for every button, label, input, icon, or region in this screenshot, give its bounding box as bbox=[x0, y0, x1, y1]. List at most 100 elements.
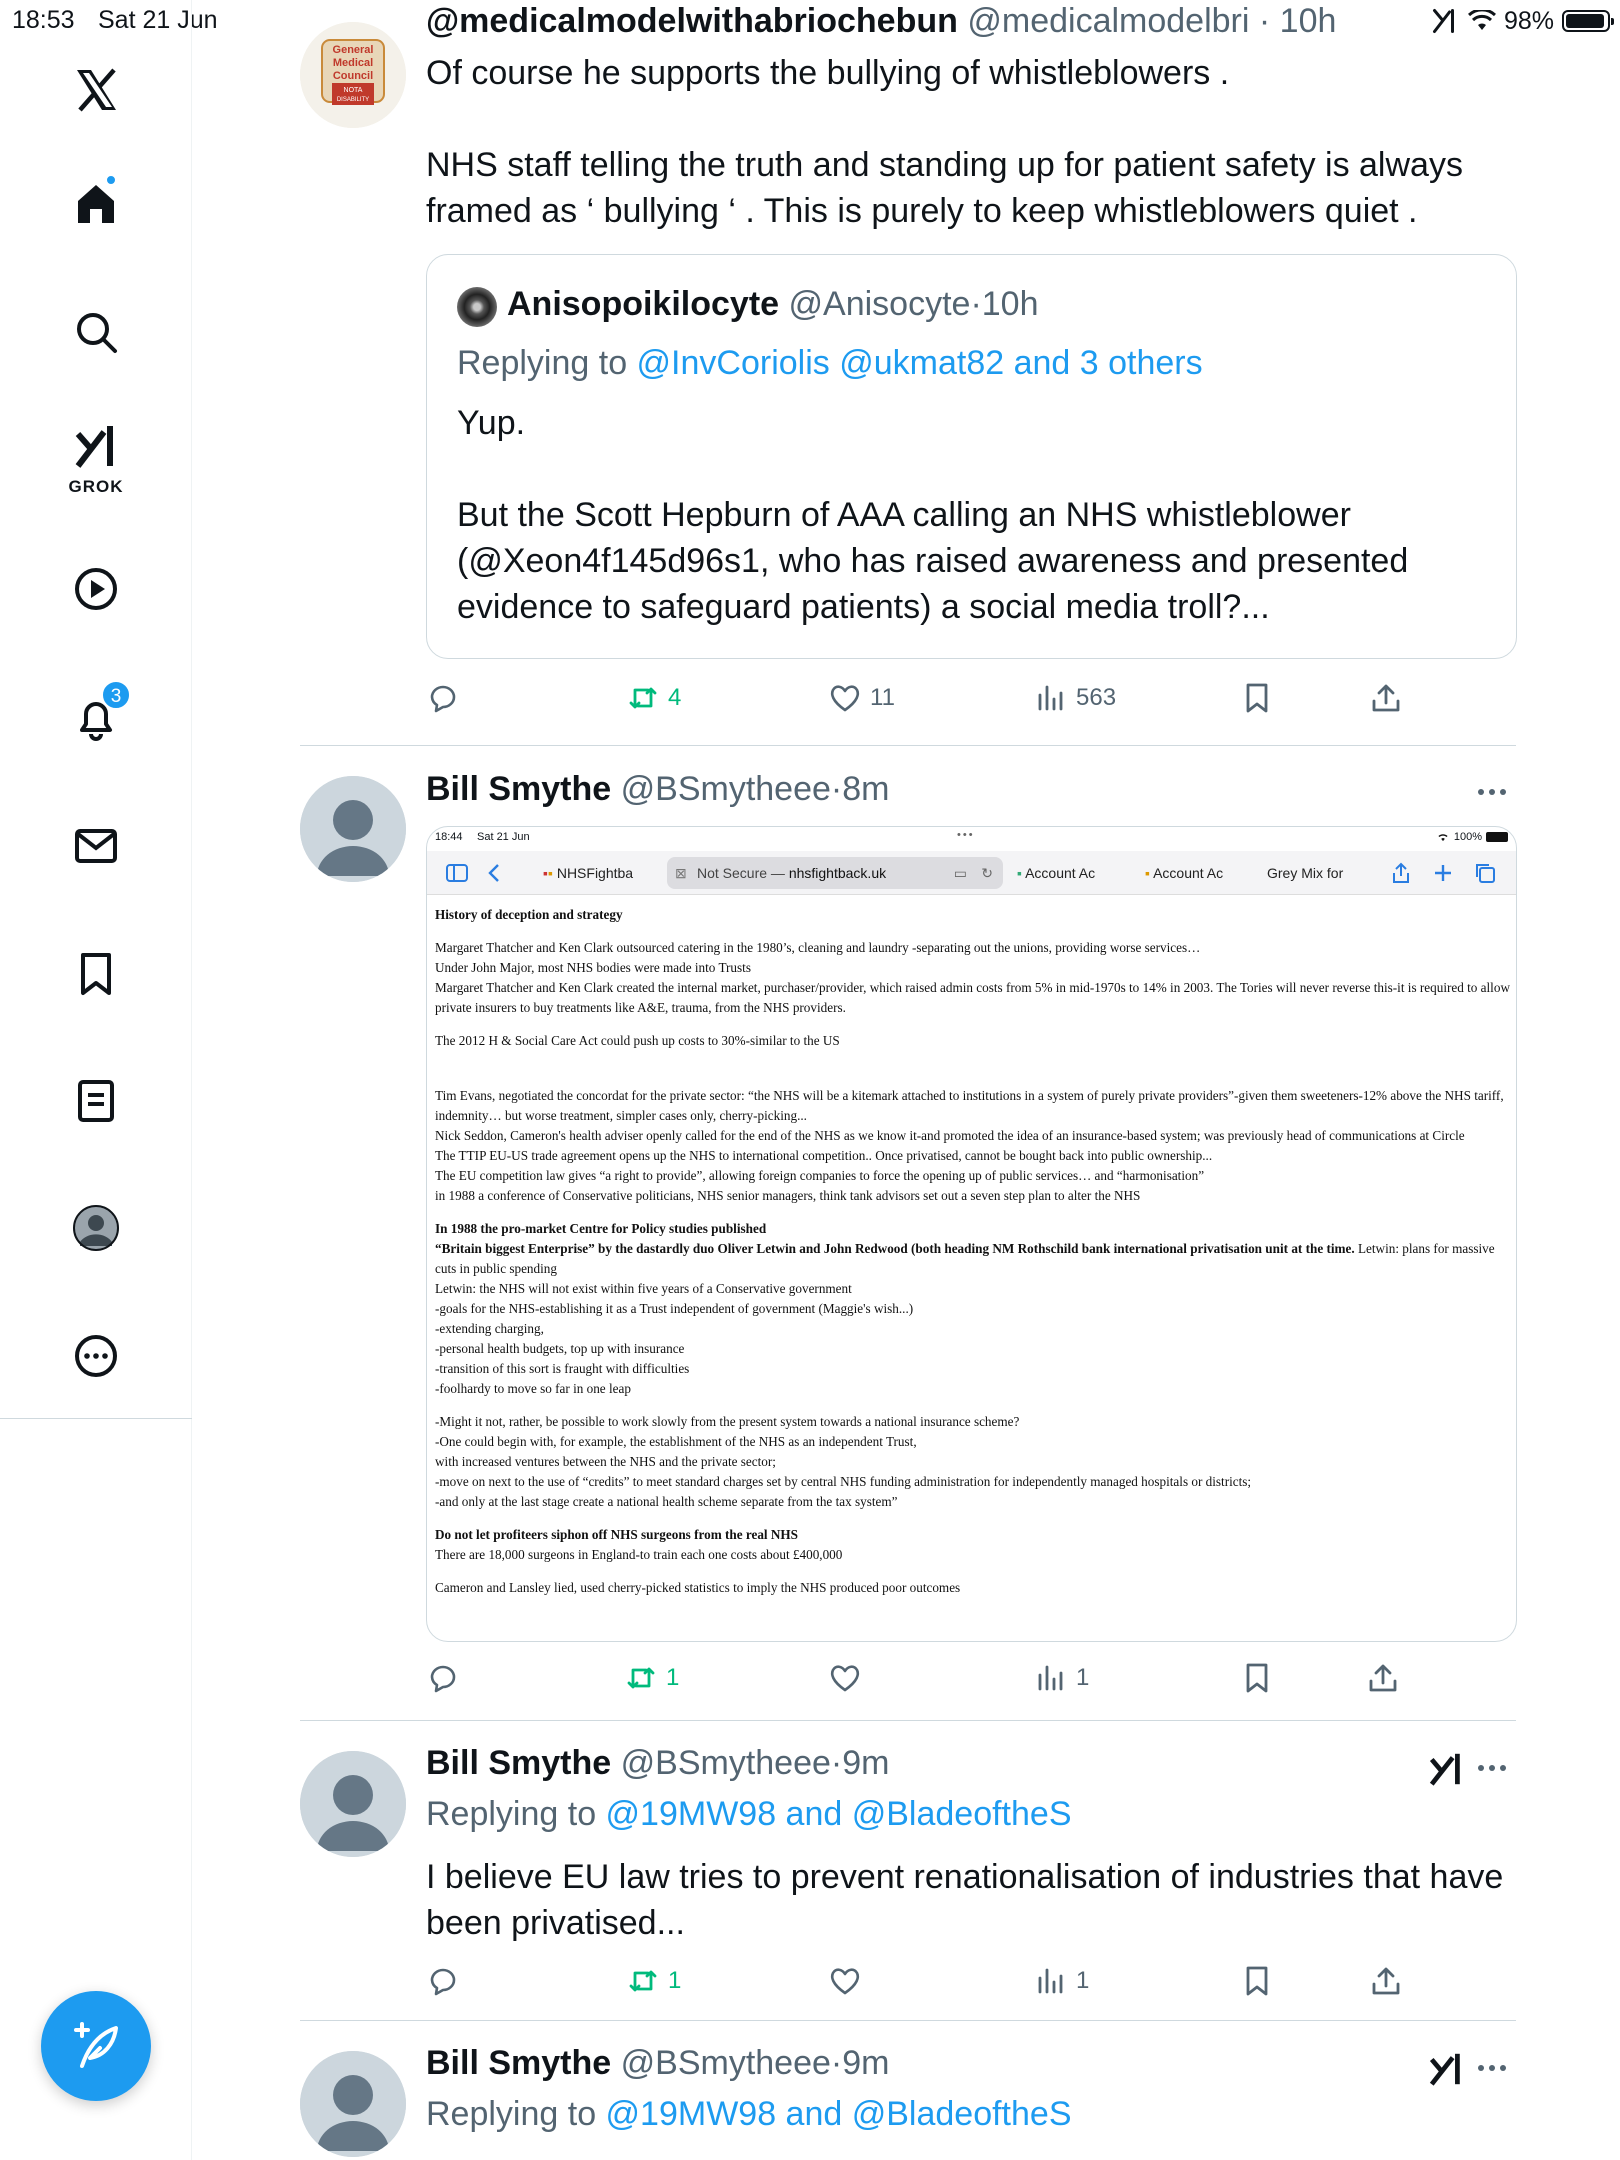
tweet-text: I believe EU law tries to prevent renati… bbox=[426, 1858, 1504, 1942]
more-options-icon[interactable] bbox=[61, 1321, 131, 1391]
media-status-date: Sat 21 Jun bbox=[477, 831, 530, 843]
author-name[interactable]: Bill Smythe bbox=[426, 1744, 611, 1782]
views-button[interactable]: 1 bbox=[1034, 1655, 1089, 1701]
replying-to: Replying to @19MW98 and @BladeoftheS bbox=[426, 1795, 1072, 1834]
media-document: History of deception and strategy Margar… bbox=[435, 905, 1510, 1598]
quote-avatar[interactable] bbox=[457, 287, 497, 327]
media-not-secure-icon: ⊠ bbox=[675, 865, 687, 881]
quote-author-handle: @Anisocyte bbox=[788, 285, 971, 323]
wifi-icon bbox=[1467, 10, 1496, 30]
retweet-button[interactable]: 1 bbox=[624, 1655, 679, 1701]
tweet-media-image[interactable]: 18:44 Sat 21 Jun ••• 100% ▪▪ NHSFightba … bbox=[426, 826, 1517, 1642]
media-wifi-icon bbox=[1438, 834, 1448, 842]
retweet-button[interactable]: 1 bbox=[626, 1958, 681, 2004]
replying-to: Replying to @19MW98 and @BladeoftheS bbox=[426, 2095, 1072, 2134]
avatar-text-4: NOTA bbox=[344, 87, 363, 94]
battery-percent: 98% bbox=[1503, 6, 1554, 35]
share-button[interactable] bbox=[1369, 1958, 1403, 2004]
search-icon[interactable] bbox=[61, 297, 131, 367]
grok-explain-icon[interactable] bbox=[1427, 1750, 1465, 1788]
author-name[interactable]: Bill Smythe bbox=[426, 2044, 611, 2082]
media-back-icon bbox=[488, 864, 499, 882]
doc-line: There are 18,000 surgeons in England-to … bbox=[435, 1547, 843, 1562]
tweet-header: @medicalmodelwithabriochebun @medicalmod… bbox=[426, 2, 1336, 41]
grok-explain-icon[interactable] bbox=[1427, 2050, 1465, 2088]
tweet-header: Bill Smythe @BSmytheee·8m bbox=[426, 770, 889, 809]
more-icon[interactable] bbox=[1478, 782, 1514, 802]
notifications-icon[interactable]: 3 bbox=[61, 680, 131, 753]
doc-line: Letwin: the NHS will not exist within fi… bbox=[435, 1281, 852, 1296]
home-icon[interactable] bbox=[61, 168, 131, 238]
grok-icon[interactable] bbox=[61, 418, 131, 474]
author-handle[interactable]: @medicalmodelbri bbox=[967, 2, 1249, 40]
like-button[interactable] bbox=[828, 1958, 870, 2004]
avatar-text-3: Council bbox=[333, 70, 373, 82]
tweet-actions: 4 11 563 bbox=[426, 675, 1516, 721]
tweet-time[interactable]: 8m bbox=[842, 770, 889, 808]
retweet-icon bbox=[629, 1970, 657, 1992]
bookmark-button[interactable] bbox=[1240, 1958, 1274, 2004]
like-button[interactable] bbox=[828, 1655, 870, 1701]
author-name[interactable]: @medicalmodelwithabriochebun bbox=[426, 2, 958, 40]
grok-label[interactable]: GROK bbox=[0, 477, 192, 497]
avatar[interactable] bbox=[300, 2051, 406, 2157]
reply-button[interactable] bbox=[426, 1655, 460, 1701]
doc-line: -and only at the last stage create a nat… bbox=[435, 1494, 898, 1509]
reply-button[interactable] bbox=[426, 675, 460, 721]
x-logo-icon[interactable] bbox=[61, 55, 131, 125]
author-name[interactable]: Bill Smythe bbox=[426, 770, 611, 808]
battery-icon bbox=[1562, 10, 1614, 32]
messages-icon[interactable] bbox=[61, 811, 131, 881]
replying-links[interactable]: @19MW98 and @BladeoftheS bbox=[606, 1795, 1072, 1833]
bookmark-button[interactable] bbox=[1240, 1655, 1274, 1701]
reply-button[interactable] bbox=[426, 1958, 460, 2004]
views-button[interactable]: 1 bbox=[1034, 1958, 1089, 2004]
author-handle[interactable]: @BSmytheee bbox=[621, 1744, 831, 1782]
tweet-time[interactable]: 10h bbox=[1280, 2, 1337, 40]
doc-line: The EU competition law gives “a right to… bbox=[435, 1168, 1205, 1183]
avatar[interactable] bbox=[300, 1751, 406, 1857]
avatar[interactable]: General Medical Council NOTA DISABILITY bbox=[300, 22, 406, 128]
doc-line: -personal health budgets, top up with in… bbox=[435, 1341, 685, 1356]
bookmark-button[interactable] bbox=[1240, 675, 1274, 721]
default-avatar-icon bbox=[300, 2051, 406, 2157]
tweet-divider bbox=[300, 745, 1516, 746]
tweet-time[interactable]: 9m bbox=[842, 2044, 889, 2082]
views-button[interactable]: 563 bbox=[1034, 675, 1116, 721]
quote-replying-links[interactable]: @InvCoriolis @ukmat82 and 3 others bbox=[637, 344, 1203, 382]
author-handle[interactable]: @BSmytheee bbox=[621, 770, 831, 808]
doc-line: The 2012 H & Social Care Act could push … bbox=[435, 1033, 840, 1048]
default-avatar-icon bbox=[300, 776, 406, 882]
status-right: 98% bbox=[1430, 6, 1614, 36]
retweet-button[interactable]: 4 bbox=[626, 675, 681, 721]
quoted-tweet[interactable]: Anisopoikilocyte @Anisocyte·10h Replying… bbox=[426, 254, 1517, 659]
retweet-count: 1 bbox=[668, 1967, 682, 1994]
share-button[interactable] bbox=[1366, 1655, 1400, 1701]
replying-links[interactable]: @19MW98 and @BladeoftheS bbox=[606, 2095, 1072, 2133]
quote-text: Yup. But the Scott Hepburn of AAA callin… bbox=[457, 400, 1497, 630]
media-url-bar: ⊠ Not Secure — nhsfightback.uk ▭ ↻ bbox=[667, 857, 1003, 889]
sidebar: GROK 3 bbox=[0, 0, 192, 2160]
bookmark-icon bbox=[1246, 1663, 1268, 1693]
author-handle[interactable]: @BSmytheee bbox=[621, 2044, 831, 2082]
share-button[interactable] bbox=[1369, 675, 1403, 721]
more-icon[interactable] bbox=[1478, 1758, 1514, 1778]
video-icon[interactable] bbox=[61, 554, 131, 624]
quote-author-name: Anisopoikilocyte bbox=[507, 285, 780, 323]
tweet-time[interactable]: 9m bbox=[842, 1744, 889, 1782]
retweet-count: 4 bbox=[668, 684, 682, 711]
lists-icon[interactable] bbox=[61, 1066, 131, 1136]
quote-header: Anisopoikilocyte @Anisocyte·10h bbox=[507, 285, 1039, 324]
avatar[interactable] bbox=[300, 776, 406, 882]
media-battery-icon bbox=[1486, 832, 1508, 842]
media-status-bar: 18:44 Sat 21 Jun ••• 100% bbox=[427, 827, 1516, 849]
profile-icon[interactable] bbox=[61, 1193, 131, 1263]
compose-button[interactable] bbox=[41, 1991, 151, 2101]
doc-line: -One could begin with, for example, the … bbox=[435, 1434, 917, 1449]
bookmarks-icon[interactable] bbox=[61, 939, 131, 1009]
like-button[interactable]: 11 bbox=[828, 675, 895, 721]
more-icon[interactable] bbox=[1478, 2058, 1514, 2078]
heart-icon bbox=[830, 1968, 860, 1995]
media-tab-2-label: Account Ac bbox=[1025, 865, 1096, 881]
tweet-text-2: NHS staff telling the truth and standing… bbox=[426, 146, 1463, 230]
